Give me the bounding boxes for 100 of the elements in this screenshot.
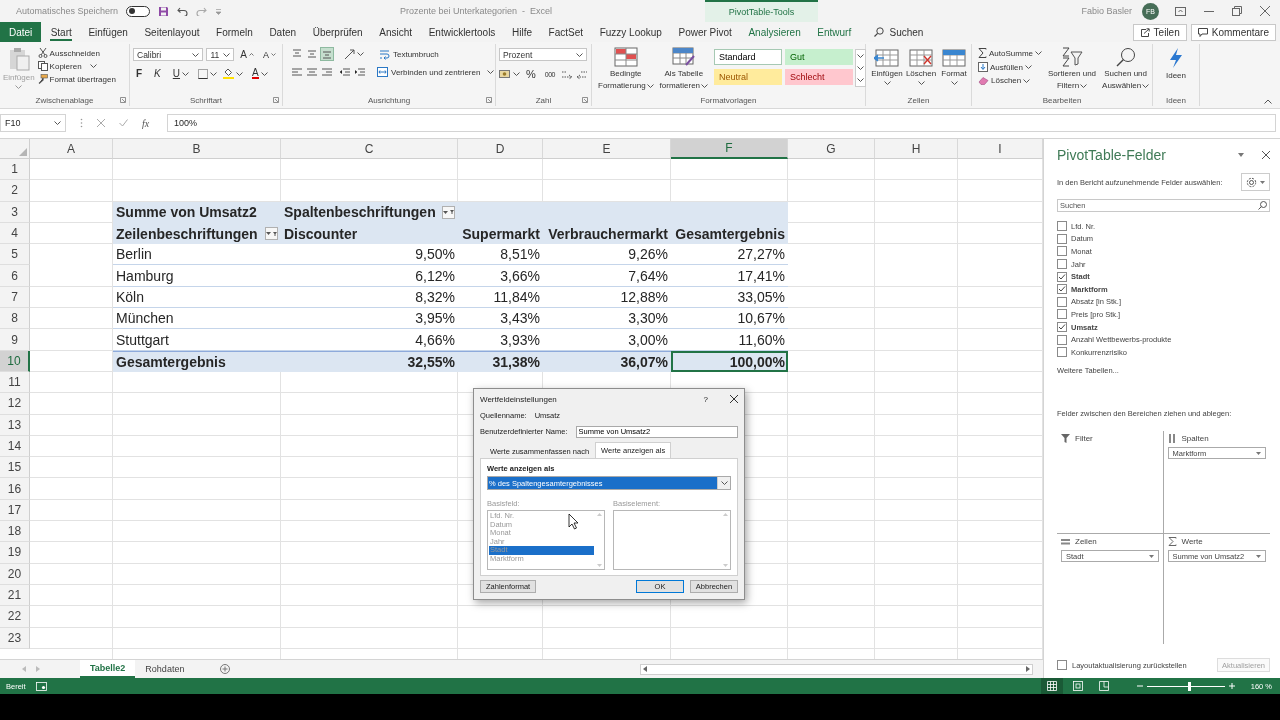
cut-button[interactable]: Ausschneiden [37,48,116,58]
field-checkbox[interactable] [1057,309,1067,320]
autosum-button[interactable]: AutoSumme [978,48,1043,58]
column-header[interactable]: D [458,139,543,159]
row-header[interactable]: 6 [0,265,30,287]
tools-button[interactable] [1241,173,1270,191]
ribbon-tab[interactable]: Daten [261,22,305,42]
row-header[interactable]: 7 [0,286,30,309]
row-header[interactable]: 5 [0,244,30,266]
row-header[interactable]: 18 [0,521,30,543]
cancel-icon[interactable] [97,119,105,127]
ribbon-options-icon[interactable] [1175,6,1186,16]
ribbon-tab[interactable]: Ansicht [371,22,421,42]
field-checkbox[interactable] [1057,296,1067,307]
ribbon-tab[interactable]: Power Pivot [670,22,741,42]
check-icon[interactable] [119,119,128,127]
row-header[interactable]: 9 [0,329,30,351]
sort-filter-button[interactable]: Sortieren und Filtern [1048,46,1097,95]
name-box[interactable]: F10 [0,114,66,132]
close-icon[interactable] [730,395,738,403]
underline-button[interactable]: U [169,67,192,80]
row-header[interactable]: 20 [0,563,30,585]
merge-center-button[interactable]: Verbinden und zentrieren [377,67,495,77]
collapse-ribbon-icon[interactable] [1264,99,1272,104]
row-header[interactable]: 14 [0,435,30,458]
autosave-toggle[interactable] [126,5,151,17]
launcher-icon[interactable] [120,97,126,103]
row-header[interactable]: 12 [0,393,30,415]
share-button[interactable]: Teilen [1132,23,1187,41]
sheet-tab[interactable]: Rohdaten [135,660,195,678]
row-header[interactable]: 8 [0,308,30,330]
cells-button[interactable]: Format [940,46,968,95]
bold-button[interactable]: F [133,67,146,80]
add-sheet-icon[interactable] [220,664,231,674]
decrease-indent-icon[interactable] [339,66,351,78]
ribbon-tab[interactable]: Einfügen [80,22,137,42]
format-as-table-button[interactable]: Als Tabelle formatieren [659,46,709,95]
row-header[interactable]: 3 [0,201,30,223]
formula-input[interactable]: 100% [167,114,1276,132]
conditional-formatting-button[interactable]: Bedingte Formatierung [598,46,654,95]
sheet-tab[interactable]: Tabelle2 [80,660,136,678]
vertical-align-icon[interactable] [321,48,333,60]
launcher-icon[interactable] [582,97,588,103]
field-checkbox[interactable] [1057,334,1067,345]
zoom-slider-thumb[interactable] [1188,681,1192,691]
vertical-align-icon[interactable] [306,48,318,60]
insert-function-button[interactable]: fx [142,117,150,129]
borders-button[interactable] [198,68,217,79]
row-header[interactable]: 1 [0,159,30,181]
tell-me-search[interactable]: Suchen [889,26,924,38]
accounting-format-button[interactable] [499,69,520,79]
cell-style-option[interactable]: Neutral [714,69,783,85]
close-icon[interactable] [1262,151,1270,159]
cell-style-option[interactable]: Schlecht [785,69,854,85]
italic-button[interactable]: K [151,67,164,80]
row-header[interactable]: 11 [0,371,30,394]
font-color-button[interactable]: A [249,67,271,80]
vertical-align-icon[interactable] [291,48,303,60]
column-header[interactable]: F [671,139,788,159]
ribbon-tab[interactable]: Analysieren [740,22,809,42]
field-checkbox[interactable] [1057,259,1067,270]
cell-style-option[interactable]: Standard [714,49,783,65]
ideas-button[interactable]: Ideen [1166,46,1186,95]
macro-record-icon[interactable] [35,681,47,691]
fill-button[interactable]: Ausfüllen [978,62,1043,72]
gallery-scroller[interactable] [855,49,867,87]
cell-style-option[interactable]: Gut [785,49,854,65]
view-button[interactable] [1040,678,1063,694]
cells-button[interactable]: Einfügen [872,46,902,95]
comments-button[interactable]: Kommentare [1190,23,1276,41]
ribbon-tab[interactable]: Fuzzy Lookup [591,22,671,42]
increase-indent-icon[interactable] [354,66,366,78]
restore-icon[interactable] [1232,6,1242,16]
row-header[interactable]: 13 [0,414,30,436]
grow-font-button[interactable]: A [237,48,257,61]
column-header[interactable]: G [788,139,875,159]
find-select-button[interactable]: Suchen und Auswählen [1102,46,1150,95]
redo-icon[interactable] [196,6,208,16]
ribbon-tab[interactable]: Entwicklertools [420,22,504,42]
field-checkbox[interactable] [1057,322,1067,333]
launcher-icon[interactable] [486,97,492,103]
shrink-font-button[interactable]: A [260,48,279,61]
field-checkbox[interactable] [1057,347,1067,358]
zoom-in-icon[interactable] [1228,683,1235,689]
row-header[interactable]: 23 [0,627,30,649]
pane-options-icon[interactable] [1238,153,1244,157]
row-header[interactable]: 19 [0,542,30,564]
row-header[interactable]: 15 [0,457,30,479]
ribbon-tab[interactable]: Start [42,22,81,42]
row-header[interactable]: 17 [0,499,30,522]
field-checkbox[interactable] [1057,233,1067,244]
field-checkbox[interactable] [1057,246,1067,257]
help-button[interactable]: ? [703,394,708,404]
row-header[interactable]: 2 [0,180,30,202]
ribbon-tab[interactable]: Datei [0,22,42,42]
percent-button[interactable]: % [523,67,539,81]
column-header[interactable]: C [281,139,458,159]
align-center-icon[interactable] [306,66,318,78]
field-checkbox[interactable] [1057,284,1067,295]
launcher-icon[interactable] [273,97,279,103]
